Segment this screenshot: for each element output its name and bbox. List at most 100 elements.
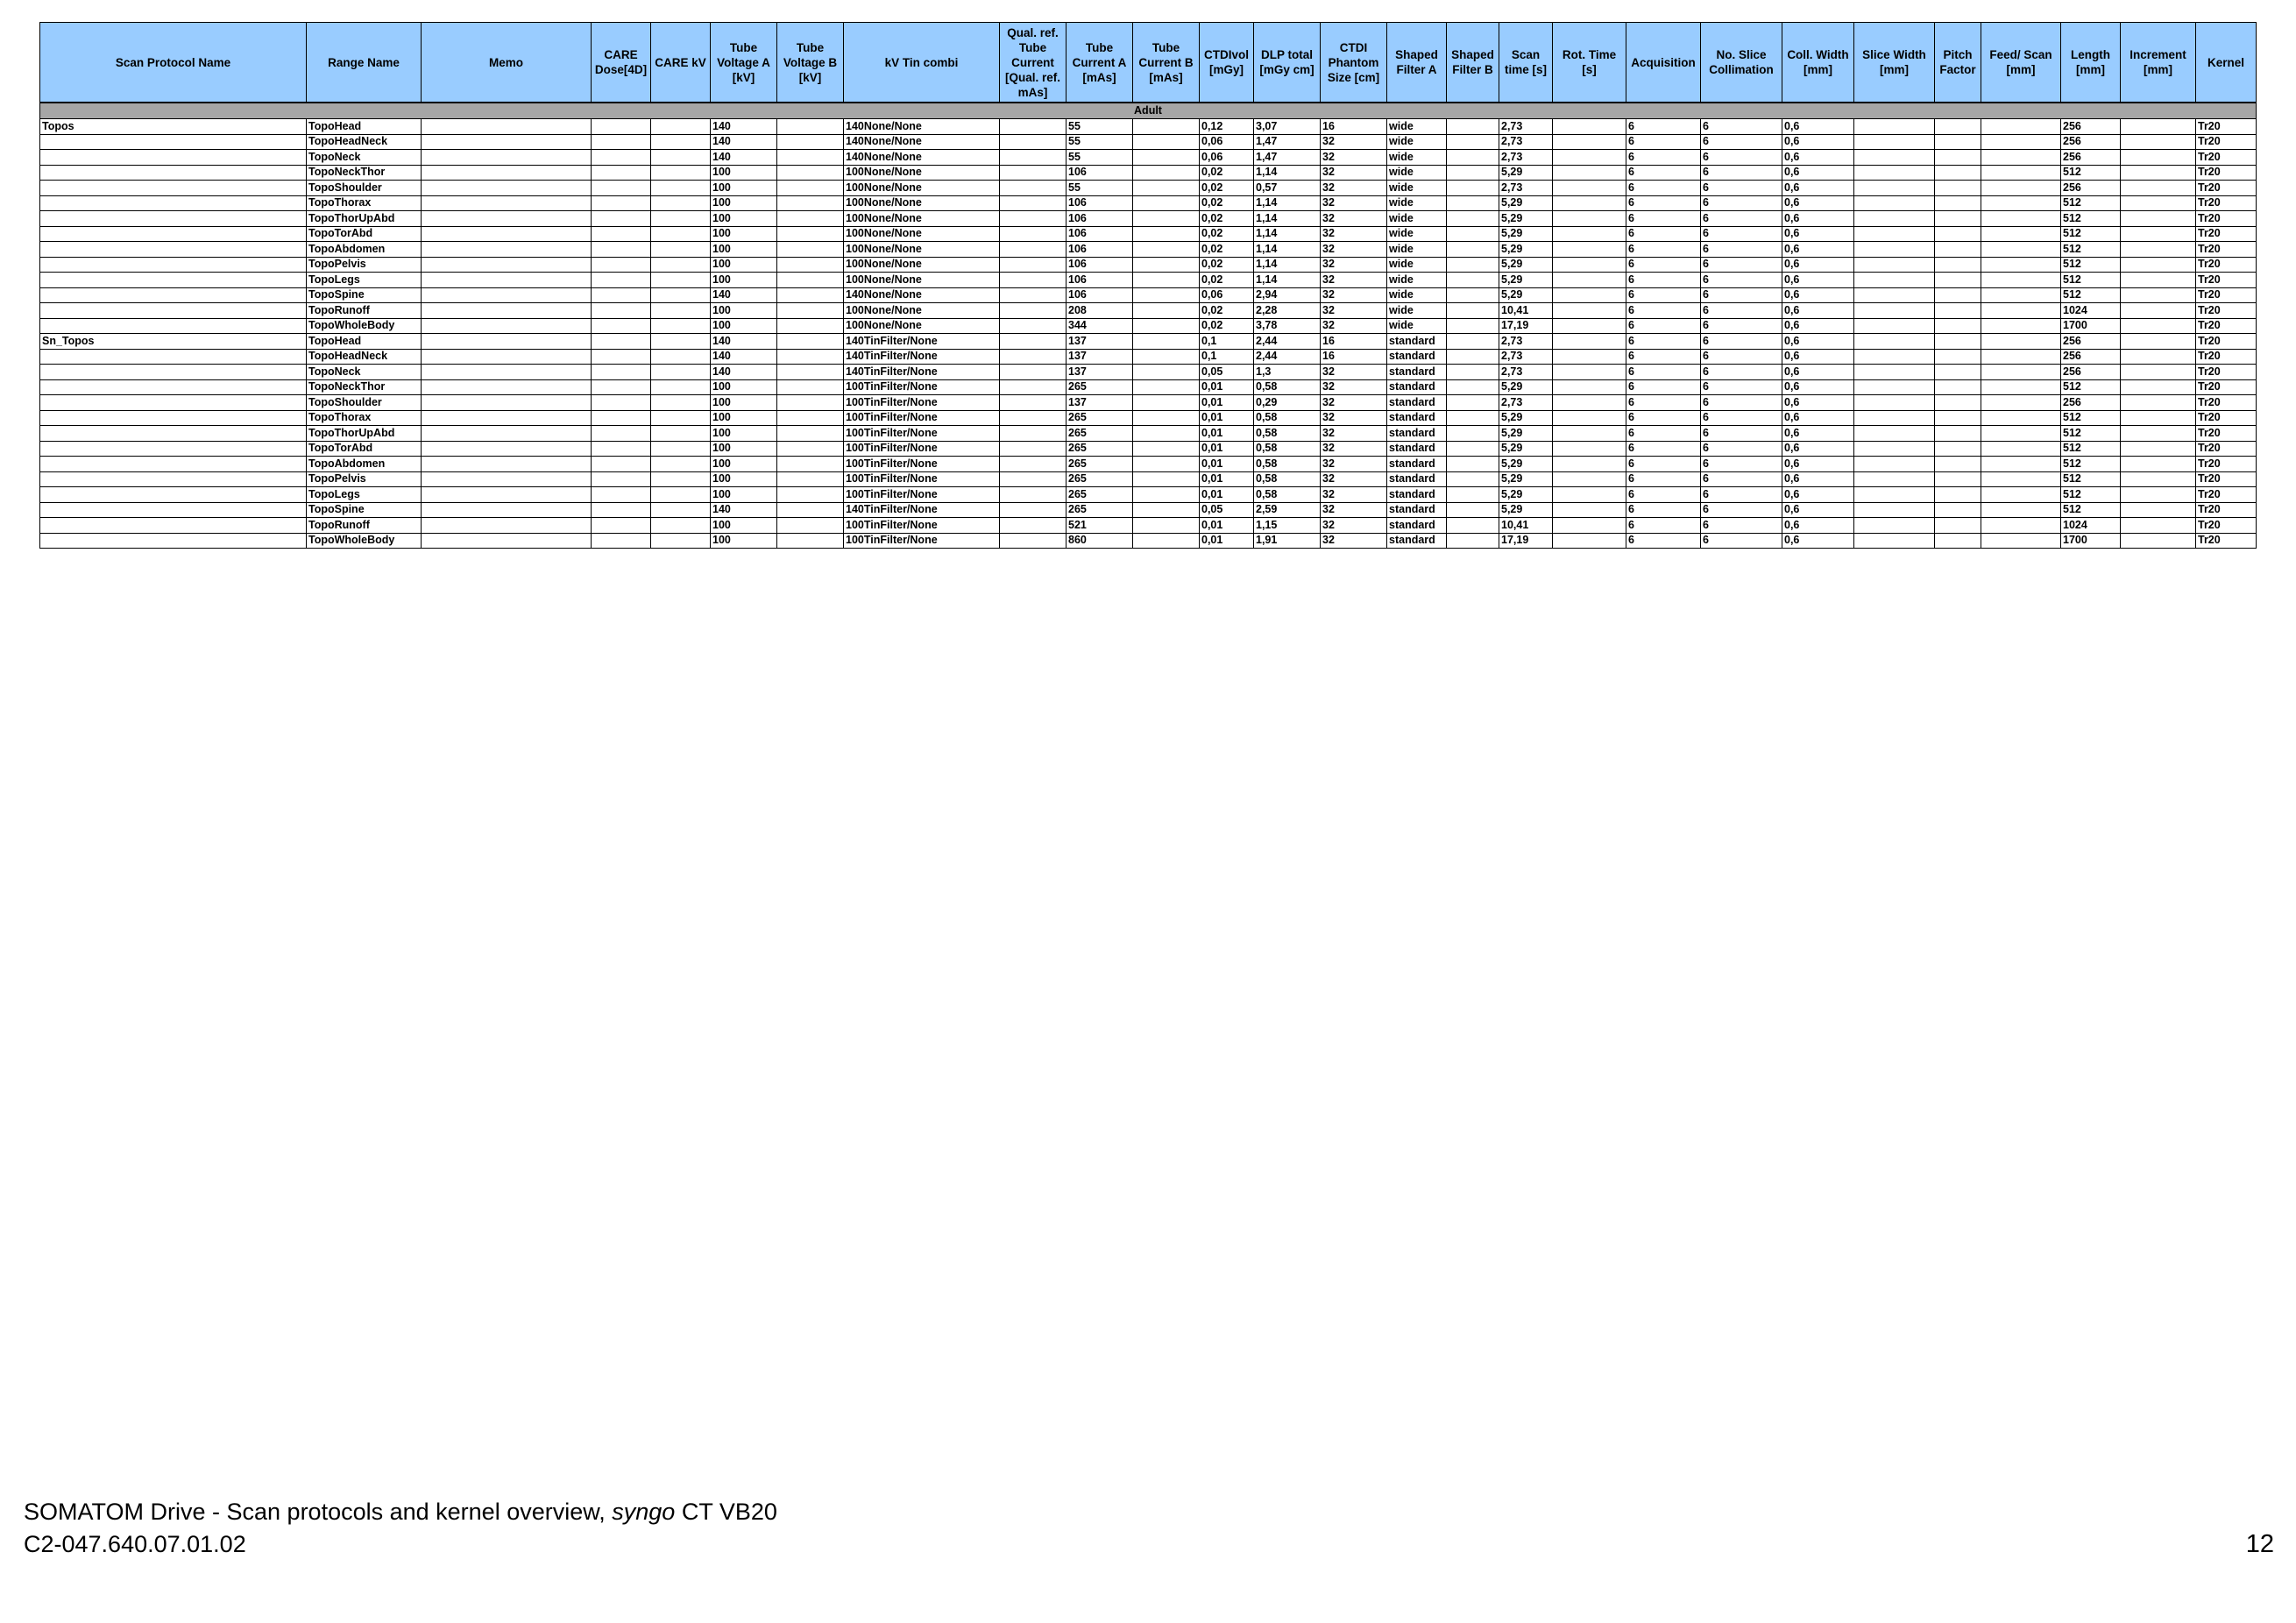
table-cell: 32	[1320, 195, 1387, 211]
table-cell: 32	[1320, 379, 1387, 395]
table-cell	[591, 195, 651, 211]
table-cell	[1552, 149, 1626, 166]
table-cell	[39, 287, 307, 303]
table-cell: 6	[1700, 440, 1782, 457]
table-cell: TopoRunoff	[306, 517, 422, 534]
table-cell	[1132, 471, 1200, 487]
table-cell: 256	[2060, 333, 2121, 350]
table-cell: 140None/None	[843, 118, 1000, 135]
table-cell: 265	[1066, 471, 1133, 487]
table-cell	[999, 118, 1067, 135]
table-cell: 100	[710, 486, 777, 503]
table-cell	[591, 149, 651, 166]
table-cell	[776, 210, 844, 227]
table-cell: 106	[1066, 241, 1133, 258]
table-cell: TopoHead	[306, 333, 422, 350]
table-row: TopoPelvis 100 100TinFilter/None 265 0,01 0,5…	[39, 471, 2257, 487]
table-cell: 0,6	[1782, 364, 1854, 380]
table-cell: Tr20	[2195, 256, 2257, 273]
table-cell: standard	[1386, 517, 1447, 534]
table-cell	[421, 517, 592, 534]
table-row: TopoNeck 140 140None/None 55 0,06 1,47 32 wide 2…	[39, 149, 2257, 166]
column-header: Memo	[421, 22, 592, 103]
table-cell: 256	[2060, 180, 2121, 196]
table-cell	[1552, 471, 1626, 487]
table-cell	[999, 348, 1067, 365]
table-cell: 0,6	[1782, 471, 1854, 487]
table-cell	[1934, 317, 1981, 334]
table-cell	[999, 532, 1067, 549]
table-cell: 0,6	[1782, 501, 1854, 518]
column-header: Shaped Filter A	[1386, 22, 1447, 103]
table-cell: 0,6	[1782, 210, 1854, 227]
table-cell	[1446, 133, 1499, 150]
table-cell: 6	[1626, 409, 1701, 426]
column-header: CTDI Phantom Size [cm]	[1320, 22, 1387, 103]
table-cell: 100	[710, 195, 777, 211]
table-cell: 0,6	[1782, 333, 1854, 350]
table-cell	[1132, 149, 1200, 166]
table-cell	[1446, 149, 1499, 166]
table-cell	[1853, 210, 1935, 227]
table-cell	[2120, 149, 2196, 166]
table-row: TopoTorAbd 100 100TinFilter/None 265 0,01 0,5…	[39, 440, 2257, 457]
table-row: TopoAbdomen 100 100TinFilter/None 265 0,01 0,…	[39, 456, 2257, 472]
table-cell	[1552, 256, 1626, 273]
table-cell	[591, 501, 651, 518]
table-cell	[1853, 440, 1935, 457]
table-cell	[39, 532, 307, 549]
table-cell: 100	[710, 302, 777, 319]
table-cell: 0,6	[1782, 256, 1854, 273]
table-cell	[39, 180, 307, 196]
table-cell	[999, 471, 1067, 487]
table-cell: TopoShoulder	[306, 180, 422, 196]
table-cell: 6	[1700, 486, 1782, 503]
table-cell: 512	[2060, 409, 2121, 426]
table-cell: 100	[710, 409, 777, 426]
table-cell	[39, 425, 307, 442]
section-row: Adult	[39, 102, 2257, 119]
table-cell	[39, 225, 307, 242]
table-cell	[591, 133, 651, 150]
table-row: TopoLegs 100 100TinFilter/None 265 0,01 0,58 3…	[39, 486, 2257, 503]
table-cell: 0,57	[1253, 180, 1321, 196]
table-cell: 5,29	[1499, 379, 1553, 395]
table-cell	[1853, 456, 1935, 472]
table-cell: 0,6	[1782, 456, 1854, 472]
table-cell: 0,01	[1199, 394, 1254, 411]
table-cell: 521	[1066, 517, 1133, 534]
table-cell	[2120, 180, 2196, 196]
table-cell: TopoWholeBody	[306, 532, 422, 549]
table-cell	[1853, 486, 1935, 503]
table-cell: TopoSpine	[306, 287, 422, 303]
table-cell	[1552, 486, 1626, 503]
table-cell: TopoPelvis	[306, 256, 422, 273]
table-cell	[776, 118, 844, 135]
table-cell: 0,6	[1782, 440, 1854, 457]
column-header: Tube Current B [mAs]	[1132, 22, 1200, 103]
table-cell	[1934, 425, 1981, 442]
table-cell: 100	[710, 532, 777, 549]
table-cell: 0,1	[1199, 348, 1254, 365]
table-cell	[776, 456, 844, 472]
table-cell	[591, 317, 651, 334]
table-cell: 6	[1700, 517, 1782, 534]
table-cell: Tr20	[2195, 348, 2257, 365]
table-cell: 10,41	[1499, 302, 1553, 319]
table-cell	[1132, 501, 1200, 518]
table-cell: 100	[710, 256, 777, 273]
column-header: Feed/ Scan [mm]	[1981, 22, 2061, 103]
table-cell: 512	[2060, 210, 2121, 227]
table-cell	[999, 486, 1067, 503]
table-cell: 0,6	[1782, 225, 1854, 242]
table-cell	[1446, 317, 1499, 334]
table-cell	[1446, 180, 1499, 196]
table-cell: TopoNeck	[306, 364, 422, 380]
table-cell: standard	[1386, 348, 1447, 365]
table-cell: 6	[1700, 471, 1782, 487]
table-cell	[2120, 348, 2196, 365]
table-cell	[39, 517, 307, 534]
table-cell: 6	[1626, 118, 1701, 135]
table-cell: standard	[1386, 379, 1447, 395]
table-cell: 100	[710, 210, 777, 227]
